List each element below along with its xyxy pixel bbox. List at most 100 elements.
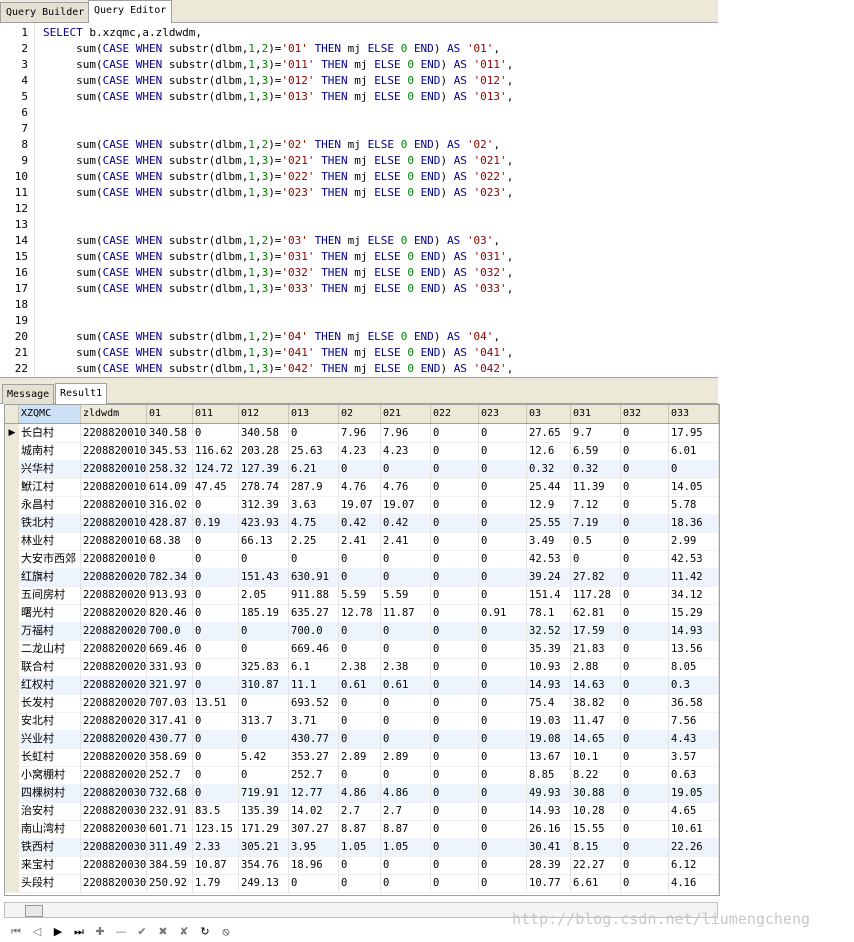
table-cell[interactable]: 0	[621, 748, 669, 766]
table-cell[interactable]: 27.82	[571, 568, 621, 586]
table-cell[interactable]: 0	[239, 694, 289, 712]
table-cell[interactable]: 11.42	[669, 568, 719, 586]
row-selector[interactable]	[5, 874, 19, 892]
table-cell[interactable]: 2208820030(	[81, 820, 147, 838]
table-row[interactable]: 小窝棚村 2208820020: 252.7 0 0 252.7 0 0 0 0 8.85 8.22 0…	[5, 766, 719, 785]
table-cell[interactable]: 2208820030(	[81, 874, 147, 892]
table-cell[interactable]: 0	[193, 730, 239, 748]
table-cell[interactable]: 2208820020(	[81, 586, 147, 604]
table-cell[interactable]: 340.58	[239, 424, 289, 442]
table-cell[interactable]: 2208820020(	[81, 694, 147, 712]
table-cell[interactable]: 0	[339, 694, 381, 712]
table-cell[interactable]: 7.12	[571, 496, 621, 514]
table-cell[interactable]: 0	[431, 622, 479, 640]
table-cell[interactable]: 0	[339, 856, 381, 874]
table-cell[interactable]: 0	[239, 766, 289, 784]
table-cell[interactable]: 36.58	[669, 694, 719, 712]
table-cell[interactable]: 3.95	[289, 838, 339, 856]
table-cell[interactable]: 6.59	[571, 442, 621, 460]
table-cell[interactable]: 6.21	[289, 460, 339, 478]
table-cell[interactable]: 9.7	[571, 424, 621, 442]
table-cell[interactable]: 0	[479, 766, 527, 784]
table-cell[interactable]: 249.13	[239, 874, 289, 892]
table-cell[interactable]: 6.12	[669, 856, 719, 874]
row-selector[interactable]	[5, 838, 19, 856]
table-cell[interactable]: 13.51	[193, 694, 239, 712]
table-cell[interactable]: 2208820020(	[81, 658, 147, 676]
table-cell[interactable]: 32.52	[527, 622, 571, 640]
table-cell[interactable]: 0	[381, 856, 431, 874]
table-cell[interactable]: 430.77	[147, 730, 193, 748]
table-cell[interactable]: 22.27	[571, 856, 621, 874]
table-cell[interactable]: 0	[621, 550, 669, 568]
table-cell[interactable]: 0	[479, 514, 527, 532]
row-selector[interactable]	[5, 460, 19, 478]
table-cell[interactable]: 2.89	[339, 748, 381, 766]
table-cell[interactable]: 2208820010(	[81, 460, 147, 478]
table-cell[interactable]: 17.95	[669, 424, 719, 442]
table-cell[interactable]: 铁北村	[19, 514, 81, 532]
table-cell[interactable]: 0	[621, 802, 669, 820]
table-cell[interactable]: 兴华村	[19, 460, 81, 478]
table-cell[interactable]: 0.42	[381, 514, 431, 532]
table-cell[interactable]: 317.41	[147, 712, 193, 730]
row-selector[interactable]	[5, 856, 19, 874]
table-cell[interactable]: 2208820030(	[81, 856, 147, 874]
table-cell[interactable]: 26.16	[527, 820, 571, 838]
table-cell[interactable]: 2.7	[339, 802, 381, 820]
last-icon[interactable]: ⏭	[71, 924, 87, 940]
table-cell[interactable]: 232.91	[147, 802, 193, 820]
table-cell[interactable]: 铁西村	[19, 838, 81, 856]
row-selector[interactable]	[5, 730, 19, 748]
table-cell[interactable]: 14.93	[669, 622, 719, 640]
table-cell[interactable]: 911.88	[289, 586, 339, 604]
table-cell[interactable]: 2.88	[571, 658, 621, 676]
table-cell[interactable]: 4.65	[669, 802, 719, 820]
table-row[interactable]: 五间房村 2208820020(913.93 0 2.05 911.88 5.59 5.59…	[5, 586, 719, 605]
tab-result1[interactable]: Result1	[55, 383, 108, 404]
table-cell[interactable]: 5.59	[381, 586, 431, 604]
tab-query-builder[interactable]: Query Builder	[0, 2, 91, 22]
table-cell[interactable]: 4.16	[669, 874, 719, 892]
table-cell[interactable]: 0	[479, 424, 527, 442]
table-cell[interactable]: 19.03	[527, 712, 571, 730]
table-row[interactable]: ▶ 长白村 2208820010(340.58 0 340.58 0 7.96 7.96 0 0 2…	[5, 424, 719, 443]
table-row[interactable]: 兴业村 2208820020: 430.77 0 0 430.77 0 0 0 0 19.08 14.…	[5, 730, 719, 749]
table-cell[interactable]: 0	[479, 550, 527, 568]
table-cell[interactable]: 287.9	[289, 478, 339, 496]
table-cell[interactable]: 0	[431, 550, 479, 568]
table-cell[interactable]: 0	[431, 478, 479, 496]
table-cell[interactable]: 0	[621, 532, 669, 550]
table-cell[interactable]: 707.03	[147, 694, 193, 712]
table-cell[interactable]: 14.63	[571, 676, 621, 694]
table-row[interactable]: 二龙山村 2208820020(669.46 0 0 669.46 0 0 0 0 35.39 21…	[5, 640, 719, 659]
table-cell[interactable]: 11.39	[571, 478, 621, 496]
table-cell[interactable]: 4.43	[669, 730, 719, 748]
column-header[interactable]: 031	[571, 405, 621, 423]
table-cell[interactable]: 11.47	[571, 712, 621, 730]
table-cell[interactable]: 614.09	[147, 478, 193, 496]
table-cell[interactable]: 联合村	[19, 658, 81, 676]
table-cell[interactable]: 2.41	[381, 532, 431, 550]
table-cell[interactable]: 19.07	[381, 496, 431, 514]
table-cell[interactable]: 12.9	[527, 496, 571, 514]
table-cell[interactable]: 0	[339, 766, 381, 784]
table-cell[interactable]: 116.62	[193, 442, 239, 460]
table-cell[interactable]: 0.19	[193, 514, 239, 532]
table-cell[interactable]: 2208820030(	[81, 802, 147, 820]
table-row[interactable]: 联合村 2208820020(331.93 0 325.83 6.1 2.38 2.38 0 0…	[5, 658, 719, 677]
table-cell[interactable]: 0	[621, 496, 669, 514]
table-cell[interactable]: 3.63	[289, 496, 339, 514]
table-cell[interactable]: 0	[431, 442, 479, 460]
table-cell[interactable]: 2208820020:	[81, 748, 147, 766]
table-cell[interactable]: 0.42	[339, 514, 381, 532]
table-cell[interactable]: 14.05	[669, 478, 719, 496]
table-cell[interactable]: 913.93	[147, 586, 193, 604]
column-header[interactable]: 011	[193, 405, 239, 423]
table-cell[interactable]: 0	[621, 856, 669, 874]
table-cell[interactable]: 3.57	[669, 748, 719, 766]
table-cell[interactable]: 0	[193, 658, 239, 676]
row-selector[interactable]	[5, 658, 19, 676]
table-cell[interactable]: 0	[193, 568, 239, 586]
delete-icon[interactable]: —	[113, 924, 129, 940]
